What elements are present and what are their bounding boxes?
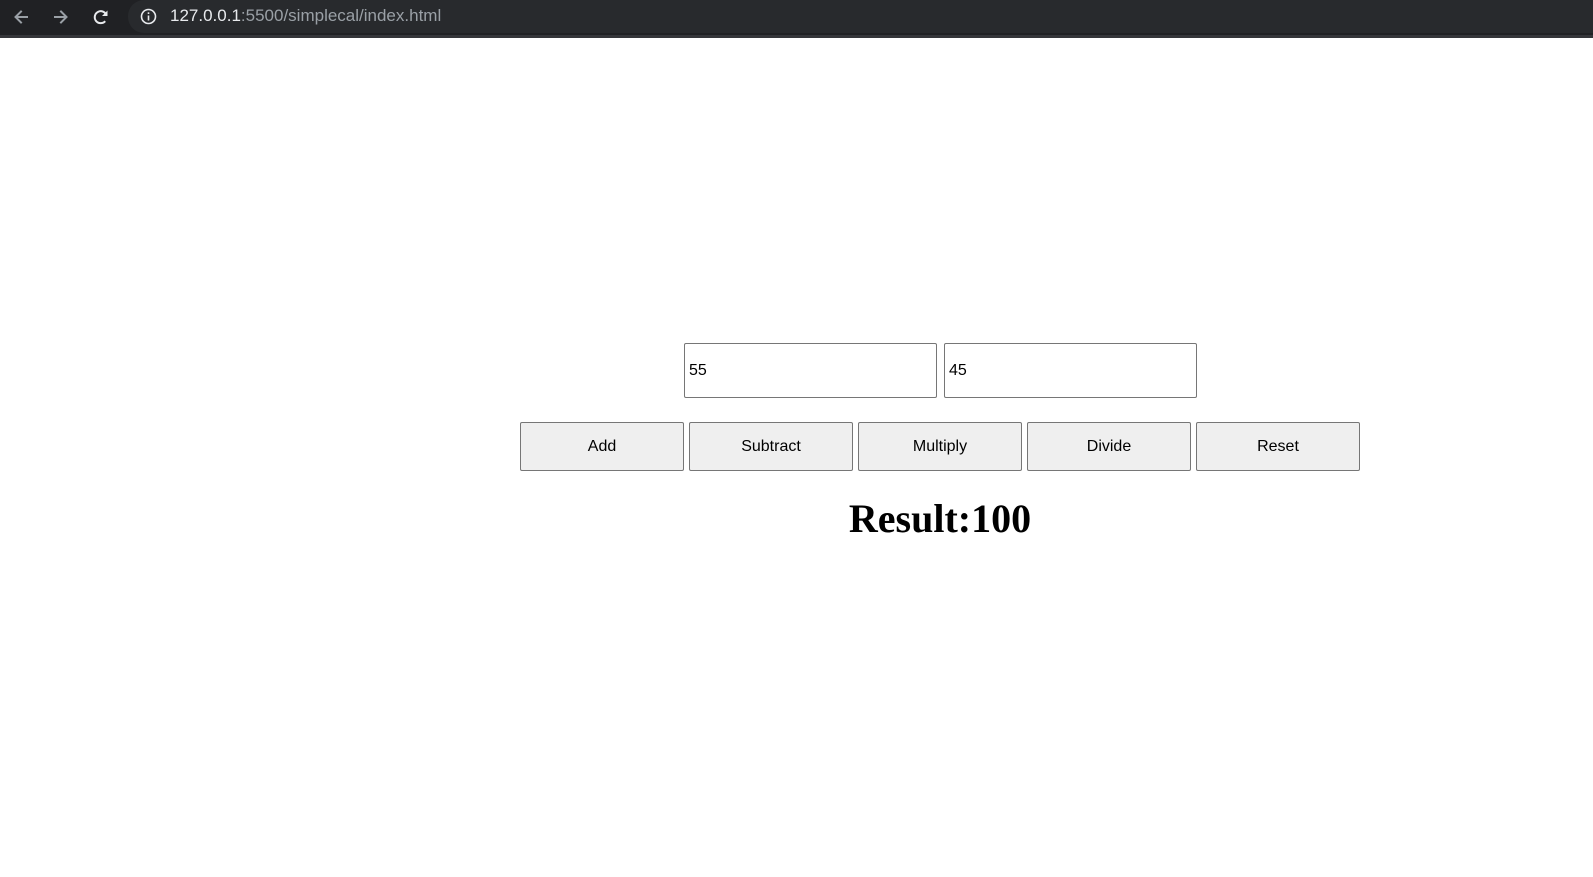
info-icon[interactable] [140,8,157,25]
reset-button[interactable]: Reset [1196,422,1360,471]
reload-icon[interactable] [88,4,114,30]
forward-arrow-icon[interactable] [48,4,74,30]
back-arrow-icon[interactable] [8,4,34,30]
subtract-button[interactable]: Subtract [689,422,853,471]
add-button[interactable]: Add [520,422,684,471]
result-heading: Result:100 [848,496,1032,541]
url-path: :5500/simplecal/index.html [240,6,442,25]
url-host: 127.0.0.1 [170,6,241,25]
first-number-input[interactable] [684,343,937,398]
multiply-button[interactable]: Multiply [858,422,1022,471]
address-bar[interactable]: 127.0.0.1:5500/simplecal/index.html [128,0,1593,33]
second-number-input[interactable] [944,343,1197,398]
url-text[interactable]: 127.0.0.1:5500/simplecal/index.html [170,6,441,26]
browser-toolbar: 127.0.0.1:5500/simplecal/index.html [0,0,1593,38]
divide-button[interactable]: Divide [1027,422,1191,471]
